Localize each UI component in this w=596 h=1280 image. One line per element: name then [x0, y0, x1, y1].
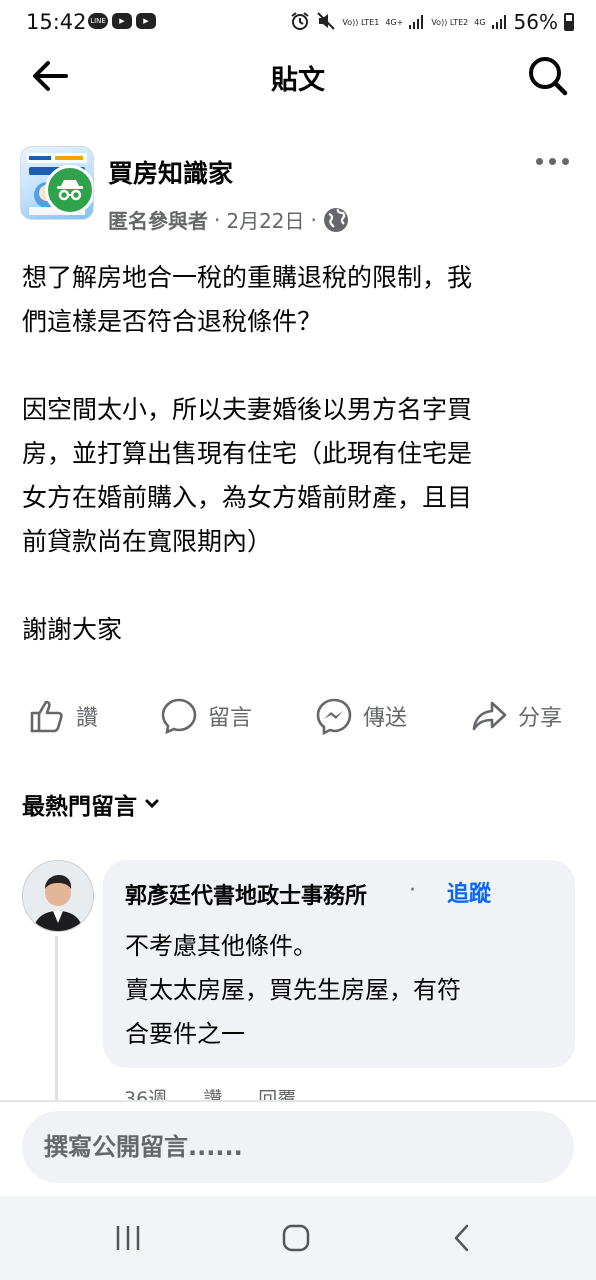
notification-icons: LINE ▶ ▶ — [88, 13, 156, 29]
send-label: 傳送 — [363, 706, 408, 731]
follow-separator: · — [409, 878, 416, 903]
dot-icon — [549, 157, 556, 165]
meta-separator: · — [310, 207, 317, 232]
comment-sort-dropdown[interactable]: 最熱門留言 — [22, 787, 161, 821]
meta-separator: · — [214, 207, 221, 232]
share-label: 分享 — [518, 706, 563, 731]
like-button[interactable]: 讚 — [28, 690, 98, 742]
post-actions: 讚 留言 傳送 分享 — [0, 690, 596, 742]
comment-button[interactable]: 留言 — [160, 690, 252, 742]
app-header: 貼文 — [0, 44, 596, 108]
dot-icon — [536, 157, 543, 165]
thumbs-up-icon — [30, 700, 63, 733]
group-name-link[interactable]: 買房知識家 — [108, 154, 233, 190]
post-meta: 匿名參與者 · 2月22日 · — [108, 205, 349, 234]
sim2-network: 4G — [474, 17, 486, 27]
page-title: 貼文 — [271, 65, 325, 96]
more-options-button[interactable] — [536, 150, 576, 172]
signal-icon — [491, 15, 508, 29]
search-button[interactable] — [526, 54, 570, 98]
nav-back-button[interactable] — [432, 1212, 492, 1264]
globe-icon — [323, 207, 348, 232]
line-icon: LINE — [88, 13, 108, 29]
comment-composer-bar — [0, 1102, 596, 1196]
messenger-icon — [316, 698, 352, 735]
share-button[interactable]: 分享 — [470, 690, 562, 742]
comment-text-line: 賣太太房屋，買先生房屋，有符 — [125, 976, 461, 1004]
comment-input[interactable] — [22, 1111, 574, 1183]
post-text-line: 們這樣是否符合退稅條件？ — [22, 307, 323, 336]
sim1-label: Vo)) LTE1 — [342, 17, 380, 27]
send-button[interactable]: 傳送 — [315, 690, 407, 742]
status-time: 15:42 — [26, 10, 87, 34]
post-text-line: 房，並打算出售現有住宅（此現有住宅是 — [22, 439, 473, 468]
comment-bubble-icon — [161, 698, 197, 735]
signal-icon — [409, 15, 425, 29]
post-date[interactable]: 2月22日 — [226, 205, 304, 234]
comment-text-line: 合要件之一 — [125, 1020, 245, 1048]
post-text-line: 前貸款尚在寬限期內） — [22, 527, 273, 556]
commenter-photo — [23, 861, 93, 931]
sim1-network: 4G+ — [385, 17, 404, 27]
dot-icon — [562, 157, 569, 165]
search-icon — [529, 57, 568, 96]
battery-icon — [564, 13, 574, 31]
commenter-name[interactable]: 郭彥廷代書地政士事務所 — [125, 878, 367, 910]
post-text-line: 想了解房地合一稅的重購退稅的限制，我 — [22, 263, 473, 292]
thread-line — [55, 936, 58, 1106]
system-icons: Vo)) LTE1 4G+ Vo)) LTE2 4G 56% — [290, 10, 574, 34]
comment-text: 不考慮其他條件。 賣太太房屋，買先生房屋，有符 合要件之一 — [125, 924, 545, 1056]
comment-bubble: 郭彥廷代書地政士事務所 · 追蹤 不考慮其他條件。 賣太太房屋，買先生房屋，有符… — [103, 860, 575, 1068]
post-body: 想了解房地合一稅的重購退稅的限制，我 們這樣是否符合退稅條件？ 因空間太小，所以… — [22, 256, 574, 652]
battery-percent: 56% — [513, 10, 558, 34]
recent-apps-button[interactable] — [98, 1212, 158, 1264]
post-text-line: 謝謝大家 — [22, 615, 123, 644]
follow-link[interactable]: 追蹤 — [447, 876, 491, 908]
home-icon — [282, 1224, 310, 1252]
comment-text-line: 不考慮其他條件。 — [125, 932, 317, 960]
status-bar: 15:42 LINE ▶ ▶ Vo)) LTE1 4G+ Vo)) LTE2 4… — [0, 0, 596, 44]
home-button[interactable] — [266, 1212, 326, 1264]
author-name[interactable]: 匿名參與者 — [108, 205, 208, 234]
comment-label: 留言 — [208, 706, 253, 731]
system-nav-bar — [0, 1196, 596, 1280]
commenter-avatar[interactable] — [22, 860, 94, 932]
share-arrow-icon — [472, 701, 507, 731]
back-icon — [454, 1224, 469, 1252]
mute-icon — [316, 11, 336, 34]
sim2-label: Vo)) LTE2 — [431, 17, 469, 27]
chevron-down-icon — [145, 799, 159, 809]
post-text-line: 因空間太小，所以夫妻婚後以男方名字買 — [22, 395, 473, 424]
sort-label: 最熱門留言 — [22, 794, 137, 820]
group-avatar[interactable] — [20, 146, 94, 220]
post-text-line: 女方在婚前購入，為女方婚前財產，且目 — [22, 483, 473, 512]
anonymous-badge-icon — [45, 165, 93, 215]
recent-apps-icon — [116, 1226, 140, 1250]
like-label: 讚 — [76, 706, 99, 731]
youtube-icon: ▶ — [136, 13, 156, 29]
alarm-icon — [290, 11, 310, 34]
youtube-icon: ▶ — [112, 13, 132, 29]
